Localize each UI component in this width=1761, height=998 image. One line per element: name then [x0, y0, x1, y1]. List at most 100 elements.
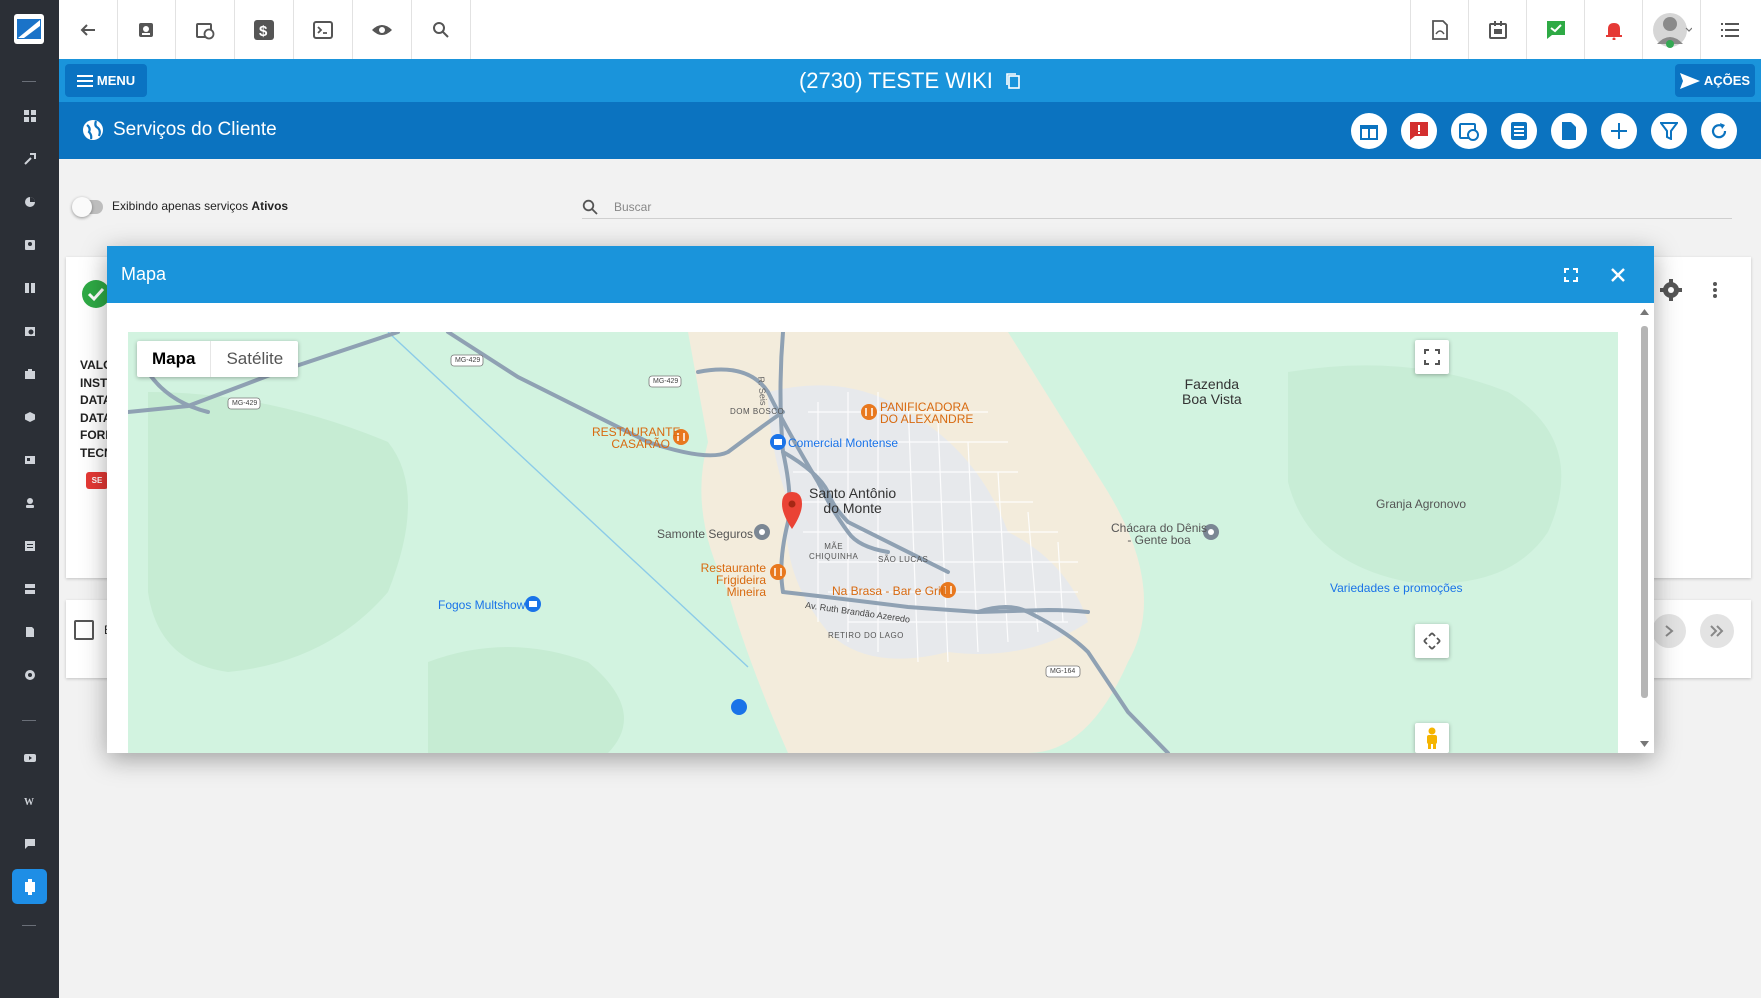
status-badge: SE [86, 472, 108, 489]
scroll-up-icon[interactable] [1640, 308, 1649, 316]
map-canvas[interactable] [128, 332, 1618, 753]
sidebar-separator [22, 925, 36, 926]
briefcase-icon[interactable] [20, 364, 40, 384]
poi-label[interactable]: Comercial Montense [788, 436, 898, 450]
chevron-right-icon [1665, 625, 1674, 637]
youtube-icon[interactable] [20, 748, 40, 768]
calendar-clock-icon[interactable] [20, 321, 40, 341]
neighborhood-label-line: MÃE [824, 542, 844, 551]
poi-label[interactable]: Chácara do Dênis - Gente boa [1111, 522, 1207, 546]
document-icon[interactable] [20, 622, 40, 642]
svg-text:$: $ [259, 23, 268, 40]
street-view-pegman[interactable] [1415, 723, 1449, 753]
plugin-icon[interactable] [12, 869, 47, 904]
scroll-down-icon[interactable] [1640, 740, 1649, 748]
select-checkbox[interactable] [74, 620, 94, 640]
poi-label[interactable]: PANIFICADORA DO ALEXANDRE [880, 401, 973, 425]
send-icon [1679, 72, 1700, 89]
poi-label[interactable]: Variedades e promoções [1330, 581, 1463, 595]
server-icon[interactable] [20, 579, 40, 599]
poi-label-line: DO ALEXANDRE [880, 412, 974, 426]
neighborhood-label: SÃO LUCAS [878, 555, 929, 564]
book-icon[interactable] [20, 278, 40, 298]
task-check-icon[interactable] [1526, 0, 1585, 59]
refresh-icon[interactable] [1701, 113, 1737, 149]
farm-label: Fazenda Boa Vista [1182, 377, 1242, 407]
poi-label[interactable]: Fogos Multshow [438, 598, 525, 612]
map-camera-control[interactable] [1415, 624, 1449, 658]
poi-label[interactable]: Granja Agronovo [1376, 497, 1466, 511]
schedule-icon[interactable] [1451, 113, 1487, 149]
map-tab-satellite[interactable]: Satélite [211, 341, 298, 377]
close-icon[interactable] [1610, 267, 1626, 283]
google-map[interactable]: MG-429 MG-429 MG-429 MG-164 R. Seis Sant… [128, 332, 1618, 753]
dollar-icon[interactable]: $ [235, 0, 294, 59]
toggle-label-bold: Ativos [251, 199, 289, 213]
alert-message-icon[interactable] [1401, 113, 1437, 149]
section-title: Serviços do Cliente [113, 119, 277, 140]
town-label-line: do Monte [823, 500, 882, 516]
calendar-clock-icon[interactable] [176, 0, 235, 59]
id-card-icon[interactable] [20, 450, 40, 470]
next-page-button[interactable] [1652, 614, 1686, 648]
contact-card-icon[interactable] [117, 0, 176, 59]
search-field[interactable]: Buscar [582, 197, 1732, 219]
file-icon[interactable] [1551, 113, 1587, 149]
chart-pie-icon[interactable] [20, 192, 40, 212]
terminal-icon[interactable] [294, 0, 353, 59]
chat-icon[interactable] [20, 834, 40, 854]
user-location-icon[interactable] [20, 493, 40, 513]
neighborhood-label-line: CHIQUINHA [809, 552, 859, 561]
scroll-thumb[interactable] [1641, 326, 1648, 698]
actions-button[interactable]: AÇÕES [1675, 64, 1755, 97]
road-shield: MG-164 [1050, 668, 1076, 675]
app-logo[interactable] [14, 14, 44, 44]
poi-label[interactable]: RESTAURANTE CASARÃO [592, 426, 680, 450]
search-icon [582, 199, 598, 215]
poi-label[interactable]: Samonte Seguros [657, 527, 753, 541]
neighborhood-label: DOM BOSCO [730, 407, 785, 416]
copy-icon[interactable] [1005, 72, 1021, 90]
top-toolbar: $ [59, 0, 1761, 60]
settings-icon[interactable] [20, 665, 40, 685]
list-menu-icon[interactable] [1700, 0, 1759, 59]
list-icon[interactable] [20, 536, 40, 556]
poi-label-line: Frigideira Mineira [715, 573, 766, 599]
gift-icon[interactable] [1351, 113, 1387, 149]
gear-icon[interactable] [1660, 279, 1682, 301]
eye-icon[interactable] [353, 0, 412, 59]
pdf-icon[interactable] [1410, 0, 1469, 59]
poi-label[interactable]: Restaurante Frigideira Mineira [678, 562, 766, 598]
alarm-bell-icon[interactable] [1584, 0, 1643, 59]
user-avatar[interactable] [1642, 0, 1701, 59]
dashboard-icon[interactable] [20, 106, 40, 126]
map-tab-mapa[interactable]: Mapa [137, 341, 212, 377]
contact-icon[interactable] [20, 235, 40, 255]
toggle-label: Exibindo apenas serviços Ativos [112, 199, 288, 213]
move-arrows-icon [1423, 632, 1441, 650]
calendar-icon[interactable] [1468, 0, 1527, 59]
cube-icon[interactable] [20, 407, 40, 427]
road-shield: MG-429 [232, 400, 258, 407]
active-services-toggle[interactable] [72, 197, 103, 217]
page-header: MENU (2730) TESTE WIKI AÇÕES [59, 59, 1761, 102]
search-icon[interactable] [412, 0, 471, 59]
modal-scrollbar[interactable] [1640, 308, 1649, 748]
map-fullscreen-button[interactable] [1415, 340, 1449, 374]
map-modal: Mapa MG-429 MG-429 MG-429 MG-164 R. Seis… [107, 246, 1654, 753]
report-list-icon[interactable] [1501, 113, 1537, 149]
more-vert-icon[interactable] [1712, 281, 1718, 299]
add-icon[interactable] [1601, 113, 1637, 149]
double-chevron-right-icon [1710, 625, 1724, 637]
poi-label[interactable]: Na Brasa - Bar e Grill [832, 584, 946, 598]
farm-label-line: Boa Vista [1182, 391, 1242, 407]
fullscreen-icon[interactable] [1564, 268, 1578, 282]
globe-icon [83, 120, 103, 140]
filter-icon[interactable] [1651, 113, 1687, 149]
last-page-button[interactable] [1700, 614, 1734, 648]
back-arrow-icon[interactable] [59, 0, 118, 59]
tools-icon[interactable] [20, 149, 40, 169]
farm-label-line: Fazenda [1184, 376, 1240, 392]
modal-header: Mapa [107, 246, 1654, 303]
wiki-icon[interactable]: W [20, 791, 40, 811]
